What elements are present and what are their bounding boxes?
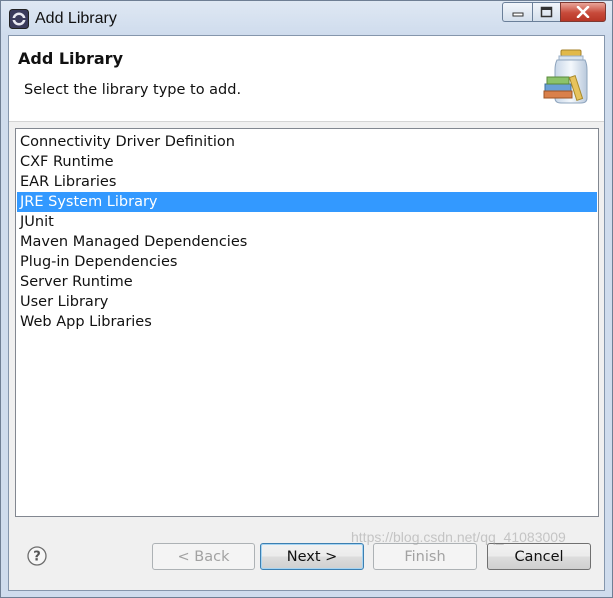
list-item-selected[interactable]: JRE System Library	[17, 192, 597, 212]
list-item[interactable]: User Library	[17, 292, 597, 312]
close-icon	[576, 6, 590, 18]
maximize-button[interactable]	[532, 2, 560, 22]
svg-text:?: ?	[33, 550, 41, 565]
page-title: Add Library	[18, 49, 123, 68]
window-title: Add Library	[35, 10, 117, 27]
next-button[interactable]: Next >	[260, 543, 364, 570]
list-item[interactable]: Connectivity Driver Definition	[17, 132, 597, 152]
list-item[interactable]: Server Runtime	[17, 272, 597, 292]
finish-button[interactable]: Finish	[373, 543, 477, 570]
maximize-icon	[540, 6, 553, 18]
title-bar[interactable]: Add Library	[1, 1, 612, 35]
minimize-icon	[512, 12, 523, 17]
list-item[interactable]: JUnit	[17, 212, 597, 232]
close-button[interactable]	[560, 2, 606, 22]
list-item[interactable]: EAR Libraries	[17, 172, 597, 192]
question-circle-icon[interactable]: ?	[27, 546, 47, 566]
list-item[interactable]: Web App Libraries	[17, 312, 597, 332]
page-description: Select the library type to add.	[24, 82, 242, 98]
list-item[interactable]: CXF Runtime	[17, 152, 597, 172]
back-button[interactable]: < Back	[152, 543, 255, 570]
eclipse-app-icon	[9, 9, 29, 29]
wizard-header: Add Library Select the library type to a…	[9, 36, 604, 122]
add-library-dialog: Add Library Add Library Select the libra…	[0, 0, 613, 598]
list-item[interactable]: Maven Managed Dependencies	[17, 232, 597, 252]
list-item[interactable]: Plug-in Dependencies	[17, 252, 597, 272]
dialog-body: Add Library Select the library type to a…	[8, 35, 605, 591]
window-controls	[502, 2, 606, 24]
cancel-button[interactable]: Cancel	[487, 543, 591, 570]
watermark-text: https://blog.csdn.net/qq_41083009	[351, 529, 566, 545]
minimize-button[interactable]	[502, 2, 532, 22]
library-jar-banner-icon	[537, 48, 599, 106]
library-type-list[interactable]: Connectivity Driver Definition CXF Runti…	[15, 128, 599, 517]
